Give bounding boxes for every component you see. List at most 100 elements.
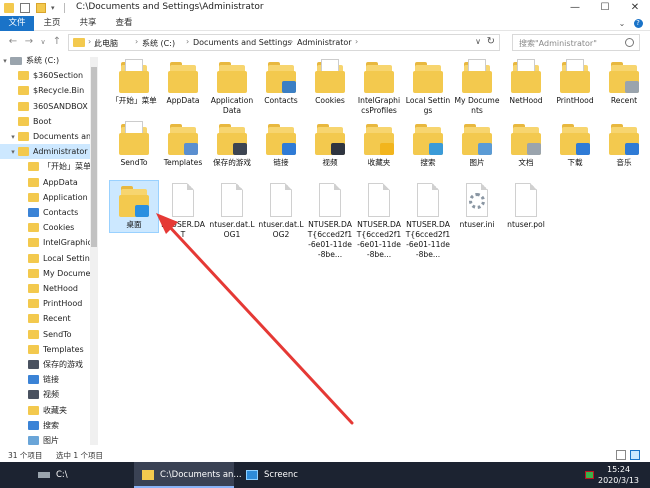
tree-item[interactable]: AppData [0,175,90,190]
tree-item[interactable]: NetHood [0,281,90,296]
file-item[interactable]: ntuser.dat.LOG1 [208,181,256,242]
tab-view[interactable]: 查看 [108,16,140,31]
close-button[interactable]: ✕ [620,0,650,16]
breadcrumb-drive[interactable]: 系统 (C:) [142,38,175,49]
file-item[interactable]: 收藏夹 [355,119,403,170]
tree-item-label: 「开始」菜单 [43,162,90,172]
clock[interactable]: 15:24 2020/3/13 [598,464,639,486]
tree-item[interactable]: $Recycle.Bin [0,83,90,98]
tree-item[interactable]: 「开始」菜单 [0,159,90,174]
file-item[interactable]: 保存的游戏 [208,119,256,170]
tree-item[interactable]: Templates [0,342,90,357]
address-history-dropdown-icon[interactable]: ∨ [475,37,481,46]
tree-item[interactable]: Boot [0,114,90,129]
tree-item[interactable]: Local Settings [0,251,90,266]
file-item[interactable]: NetHood [502,57,550,108]
properties-icon[interactable] [20,3,30,13]
file-item[interactable]: NTUSER.DAT [159,181,207,242]
file-item[interactable]: Templates [159,119,207,170]
pictures-icon [462,121,492,157]
recent-locations-button[interactable]: ∨ [36,35,50,49]
expand-arrow-icon[interactable]: ▾ [8,130,18,144]
back-button[interactable]: ← [6,35,20,49]
tree-item[interactable]: PrintHood [0,296,90,311]
file-item[interactable]: 音乐 [600,119,648,170]
file-item[interactable]: 视频 [306,119,354,170]
file-item[interactable]: 图片 [453,119,501,170]
breadcrumb-administrator[interactable]: Administrator [297,38,352,47]
tree-item[interactable]: SendTo [0,327,90,342]
expand-arrow-icon[interactable]: ▾ [0,54,10,68]
file-item[interactable]: NTUSER.DAT{6cced2f1-6e01-11de-8be... [306,181,354,262]
file-item[interactable]: IntelGraphicsProfiles [355,57,403,118]
details-view-icon[interactable] [616,450,626,460]
taskbar-explorer[interactable]: C:\Documents an... [134,462,242,488]
tree-item-label: SendTo [43,329,72,339]
tree-item[interactable]: 搜索 [0,418,90,433]
minimize-button[interactable]: — [560,0,590,16]
tree-item[interactable]: 链接 [0,372,90,387]
file-item[interactable]: Application Data [208,57,256,118]
file-item[interactable]: 文档 [502,119,550,170]
file-item[interactable]: SendTo [110,119,158,170]
navpane-scrollbar-thumb[interactable] [91,67,97,247]
file-item[interactable]: 「开始」菜单 [110,57,158,108]
tree-item[interactable]: 视频 [0,387,90,402]
maximize-button[interactable]: ☐ [590,0,620,16]
customize-dropdown-icon[interactable]: ▾ [51,3,59,13]
file-item[interactable]: NTUSER.DAT{6cced2f1-6e01-11de-8be... [404,181,452,262]
tree-item[interactable]: 收藏夹 [0,403,90,418]
file-item[interactable]: Cookies [306,57,354,108]
folder-icon [28,238,39,248]
tray-app-icon[interactable] [585,471,594,479]
tree-item[interactable]: ▾ 系统 (C:) [0,53,90,68]
file-item[interactable]: AppData [159,57,207,108]
up-button[interactable]: ↑ [50,35,64,49]
tree-item[interactable]: My Documents [0,266,90,281]
file-item[interactable]: 桌面 [109,180,159,233]
tree-item[interactable]: 保存的游戏 [0,357,90,372]
breadcrumb-this-pc[interactable]: 此电脑 [94,38,118,49]
tree-item[interactable]: Contacts [0,205,90,220]
file-item[interactable]: 搜索 [404,119,452,170]
help-icon[interactable]: ? [632,16,644,31]
file-item-label: Local Settings [405,96,451,115]
taskbar-screen-app[interactable]: Screenc [238,462,298,488]
breadcrumb-documents-and-settings[interactable]: Documents and Settings [193,38,292,47]
large-icons-view-icon[interactable] [630,450,640,460]
file-item[interactable]: My Documents [453,57,501,118]
refresh-icon[interactable]: ↻ [487,36,495,47]
tab-share[interactable]: 共享 [72,16,104,31]
file-item[interactable]: ntuser.dat.LOG2 [257,181,305,242]
tree-item[interactable]: 图片 [0,433,90,448]
videos-icon [315,121,345,157]
file-item[interactable]: Contacts [257,57,305,108]
address-bar[interactable]: › 此电脑 › 系统 (C:) › Documents and Settings… [68,34,500,51]
tree-item[interactable]: ▾ Documents and Settings [0,129,90,144]
chevron-down-icon[interactable]: ⌄ [616,16,628,31]
file-item[interactable]: PrintHood [551,57,599,108]
tree-item[interactable]: IntelGraphicsProfiles [0,235,90,250]
tree-item-label: Local Settings [43,253,90,263]
file-item[interactable]: 下载 [551,119,599,170]
tab-file[interactable]: 文件 [0,16,34,31]
search-input[interactable]: 搜索"Administrator" [512,34,640,51]
tree-item[interactable]: ▾ Administrator [0,144,90,160]
tree-item[interactable]: Recent [0,311,90,326]
file-item[interactable]: ntuser.ini [453,181,501,232]
tree-item[interactable]: Cookies [0,220,90,235]
expand-arrow-icon[interactable]: ▾ [8,145,18,159]
file-item[interactable]: NTUSER.DAT{6cced2f1-6e01-11de-8be... [355,181,403,262]
tree-item[interactable]: $360Section [0,68,90,83]
tree-item[interactable]: Application Data [0,190,90,205]
file-item[interactable]: ntuser.pol [502,181,550,232]
new-folder-icon[interactable] [36,3,46,13]
file-item[interactable]: 链接 [257,119,305,170]
file-item[interactable]: Local Settings [404,57,452,118]
tree-item[interactable]: 360SANDBOX [0,99,90,114]
taskbar-drive[interactable]: C:\ [30,462,68,488]
file-item[interactable]: Recent [600,57,648,108]
forward-button[interactable]: → [22,35,36,49]
tab-home[interactable]: 主页 [36,16,68,31]
videos-icon [28,390,39,400]
